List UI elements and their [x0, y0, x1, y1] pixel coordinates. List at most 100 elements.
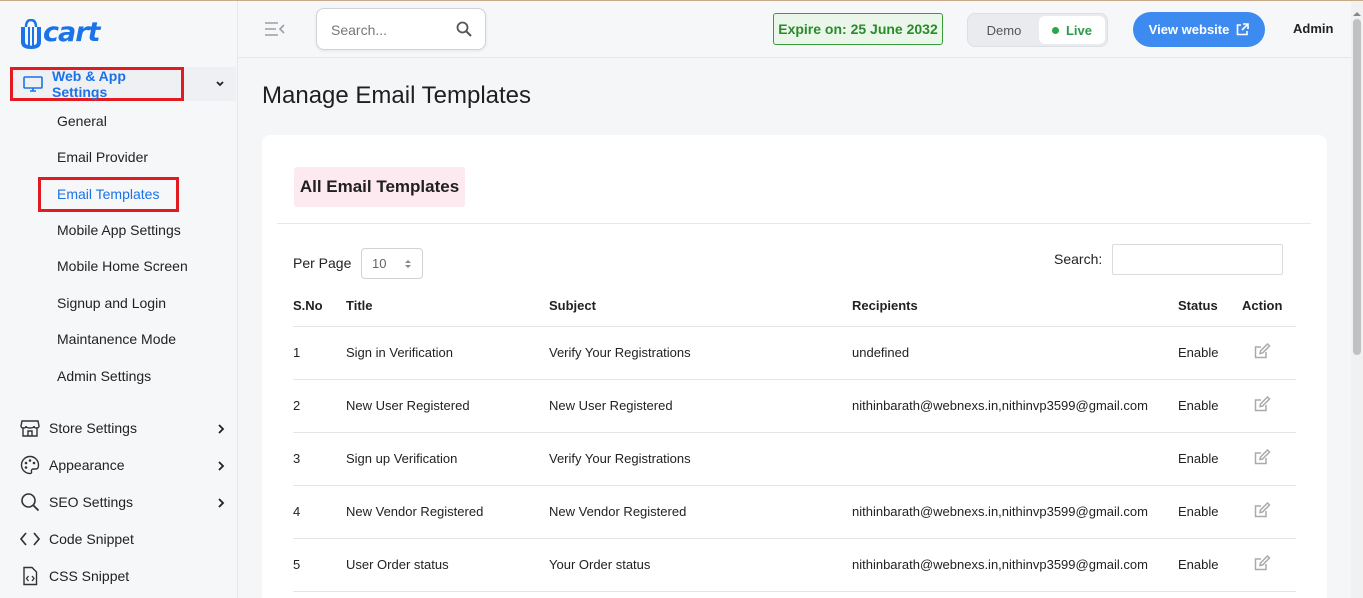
sidebar-sub-item-signup-login[interactable]: Signup and Login: [57, 295, 166, 311]
menu-collapse-icon[interactable]: [264, 21, 286, 37]
sidebar-sub-item-mobile-app-settings[interactable]: Mobile App Settings: [57, 222, 181, 238]
cell-action: [1242, 485, 1296, 539]
column-header-subject[interactable]: Subject: [549, 285, 852, 327]
sidebar-item-seo-settings[interactable]: SEO Settings: [20, 492, 230, 512]
scroll-up-arrow-icon[interactable]: [1353, 5, 1361, 16]
column-header-action: Action: [1242, 285, 1296, 327]
email-templates-table: S.No Title Subject Recipients Status Act…: [293, 285, 1296, 592]
top-header: Expire on: 25 June 2032 Demo Live View w…: [238, 1, 1351, 58]
cell-status: Enable: [1178, 432, 1242, 486]
cell-status: Enable: [1178, 485, 1242, 539]
sidebar-sub-item-general[interactable]: General: [57, 113, 107, 129]
cell-action: [1242, 379, 1296, 433]
palette-icon: [20, 455, 40, 475]
sort-arrows-icon: [404, 258, 412, 270]
cell-subject: New User Registered: [549, 379, 852, 433]
cell-action: [1242, 538, 1296, 592]
cell-subject: Verify Your Registrations: [549, 432, 852, 486]
sidebar-sub-item-admin-settings[interactable]: Admin Settings: [57, 368, 151, 384]
cell-title: Sign in Verification: [346, 326, 549, 380]
cell-sno: 3: [293, 432, 346, 486]
edit-icon[interactable]: [1254, 448, 1271, 465]
mode-toggle: Demo Live: [967, 13, 1108, 47]
table-row: 2 New User Registered New User Registere…: [293, 379, 1296, 433]
page-title: Manage Email Templates: [262, 82, 532, 109]
cell-subject: Verify Your Registrations: [549, 326, 852, 380]
table-search-label: Search:: [1054, 251, 1103, 267]
sidebar-item-label: SEO Settings: [49, 494, 134, 510]
sidebar-item-label: Store Settings: [49, 420, 137, 436]
cell-action: [1242, 326, 1296, 380]
table-row: 1 Sign in Verification Verify Your Regis…: [293, 326, 1296, 380]
view-website-label: View website: [1148, 22, 1230, 37]
edit-icon[interactable]: [1254, 501, 1271, 518]
chevron-right-icon: [216, 496, 226, 508]
table-row: 5 User Order status Your Order status ni…: [293, 538, 1296, 592]
live-status-dot-icon: [1051, 26, 1059, 34]
sidebar-item-css-snippet[interactable]: CSS Snippet: [20, 566, 230, 586]
sidebar-sub-item-email-provider[interactable]: Email Provider: [57, 149, 148, 165]
chevron-right-icon: [216, 422, 226, 434]
view-website-button[interactable]: View website: [1133, 12, 1265, 47]
sidebar-item-appearance[interactable]: Appearance: [20, 455, 230, 475]
search-input[interactable]: [331, 19, 451, 41]
cell-sno: 1: [293, 326, 346, 380]
edit-icon[interactable]: [1254, 395, 1271, 412]
column-header-sno[interactable]: S.No: [293, 285, 346, 327]
mode-demo-option[interactable]: Demo: [970, 17, 1038, 43]
table-search-input[interactable]: [1112, 244, 1283, 275]
page-scrollbar[interactable]: [1351, 1, 1363, 598]
sidebar: cart Web & App Settings General Email Pr…: [0, 1, 238, 598]
per-page-label: Per Page: [293, 255, 352, 271]
cart-bag-logo-icon: [20, 18, 42, 49]
cell-status: Enable: [1178, 326, 1242, 380]
scrollbar-thumb[interactable]: [1353, 19, 1361, 355]
edit-icon[interactable]: [1254, 342, 1271, 359]
column-header-recipients[interactable]: Recipients: [852, 285, 1178, 327]
sidebar-sub-item-maintenance-mode[interactable]: Maintanence Mode: [57, 331, 176, 347]
column-header-status[interactable]: Status: [1178, 285, 1242, 327]
sidebar-item-label: Code Snippet: [49, 531, 134, 547]
chevron-down-icon[interactable]: [214, 77, 226, 89]
table-row: 4 New Vendor Registered New Vendor Regis…: [293, 485, 1296, 539]
cell-title: Sign up Verification: [346, 432, 549, 486]
cell-subject: Your Order status: [549, 538, 852, 592]
per-page-select[interactable]: 10: [361, 248, 423, 279]
cell-recipients: nithinbarath@webnexs.in,nithinvp3599@gma…: [852, 538, 1178, 592]
chevron-right-icon: [216, 459, 226, 471]
header-search: [316, 8, 486, 50]
sidebar-sub-item-mobile-home-screen[interactable]: Mobile Home Screen: [57, 258, 188, 274]
table-row: 3 Sign up Verification Verify Your Regis…: [293, 432, 1296, 486]
sidebar-sub-item-email-templates[interactable]: Email Templates: [57, 186, 159, 202]
card-title: All Email Templates: [294, 167, 465, 207]
templates-card: All Email Templates Per Page 10 Search: …: [262, 135, 1327, 598]
user-menu[interactable]: Admin: [1293, 21, 1333, 36]
expiry-badge: Expire on: 25 June 2032: [773, 13, 943, 45]
sidebar-item-label: Web & App Settings: [52, 68, 126, 100]
cell-sno: 4: [293, 485, 346, 539]
column-header-title[interactable]: Title: [346, 285, 549, 327]
cell-title: New Vendor Registered: [346, 485, 549, 539]
cell-subject: New Vendor Registered: [549, 485, 852, 539]
sidebar-item-label: CSS Snippet: [49, 568, 130, 584]
search-icon[interactable]: [456, 21, 472, 37]
sidebar-item-web-app-settings[interactable]: Web & App Settings: [10, 67, 184, 101]
store-icon: [20, 418, 40, 438]
cell-recipients: [852, 432, 1178, 486]
sidebar-item-store-settings[interactable]: Store Settings: [20, 418, 230, 438]
cell-title: New User Registered: [346, 379, 549, 433]
cell-recipients: nithinbarath@webnexs.in,nithinvp3599@gma…: [852, 379, 1178, 433]
sidebar-item-label: Appearance: [49, 457, 125, 473]
per-page-value: 10: [372, 256, 387, 271]
mode-live-option[interactable]: Live: [1039, 16, 1105, 44]
edit-icon[interactable]: [1254, 554, 1271, 571]
sidebar-item-code-snippet[interactable]: Code Snippet: [20, 529, 230, 549]
file-code-icon: [20, 566, 40, 586]
table-header-row: S.No Title Subject Recipients Status Act…: [293, 285, 1296, 327]
mode-live-label: Live: [1065, 22, 1092, 38]
cell-action: [1242, 432, 1296, 486]
cell-title: User Order status: [346, 538, 549, 592]
logo[interactable]: cart: [20, 11, 100, 49]
search-icon: [20, 492, 40, 512]
divider: [277, 223, 1311, 224]
